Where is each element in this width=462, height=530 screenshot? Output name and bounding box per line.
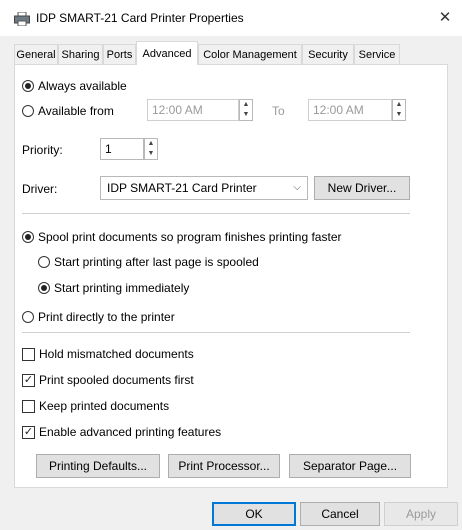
priority-spinner[interactable]: ▲ ▼ [144, 138, 158, 160]
spin-down-icon[interactable]: ▼ [240, 110, 252, 120]
always-available-radio[interactable] [22, 80, 34, 92]
chevron-down-icon: ⌵ [293, 182, 301, 193]
available-from-label: Available from [38, 104, 114, 118]
tab-advanced[interactable]: Advanced [136, 41, 198, 65]
printer-icon [14, 12, 30, 26]
start-immediately-label: Start printing immediately [54, 281, 190, 295]
print-processor-button[interactable]: Print Processor... [168, 454, 280, 478]
print-spooled-first-checkbox[interactable]: ✓ [22, 374, 35, 387]
enable-advanced-features-label: Enable advanced printing features [39, 425, 222, 439]
keep-printed-label: Keep printed documents [39, 399, 170, 413]
print-spooled-first-label: Print spooled documents first [39, 373, 194, 387]
spool-radio[interactable] [22, 231, 34, 243]
tab-ports[interactable]: Ports [103, 44, 136, 64]
close-icon[interactable]: ✕ [428, 4, 462, 32]
hold-mismatched-checkbox[interactable] [22, 348, 35, 361]
separator-page-button[interactable]: Separator Page... [289, 454, 411, 478]
driver-select[interactable]: IDP SMART-21 Card Printer ⌵ [100, 176, 308, 200]
apply-button[interactable]: Apply [384, 502, 458, 526]
start-after-last-page-label: Start printing after last page is spoole… [54, 255, 259, 269]
print-directly-radio[interactable] [22, 311, 34, 323]
title-bar: IDP SMART-21 Card Printer Properties ✕ [0, 0, 462, 36]
to-label: To [272, 104, 285, 118]
driver-select-value: IDP SMART-21 Card Printer [107, 181, 257, 195]
keep-printed-checkbox[interactable] [22, 400, 35, 413]
window-title: IDP SMART-21 Card Printer Properties [36, 11, 244, 25]
tab-color-management[interactable]: Color Management [198, 44, 302, 64]
spin-up-icon[interactable]: ▲ [145, 139, 157, 149]
divider [22, 213, 410, 214]
spin-up-icon[interactable]: ▲ [393, 100, 405, 110]
start-after-last-page-radio[interactable] [38, 256, 50, 268]
cancel-button[interactable]: Cancel [300, 502, 380, 526]
tab-general[interactable]: General [14, 44, 58, 64]
new-driver-button[interactable]: New Driver... [314, 176, 410, 200]
priority-label: Priority: [22, 143, 63, 157]
spin-up-icon[interactable]: ▲ [240, 100, 252, 110]
to-time-field[interactable]: 12:00 AM [308, 99, 392, 121]
available-from-radio[interactable] [22, 105, 34, 117]
spool-label: Spool print documents so program finishe… [38, 230, 342, 244]
spin-down-icon[interactable]: ▼ [393, 110, 405, 120]
print-directly-label: Print directly to the printer [38, 310, 175, 324]
tab-sharing[interactable]: Sharing [58, 44, 103, 64]
priority-field[interactable]: 1 [100, 138, 144, 160]
spin-down-icon[interactable]: ▼ [145, 149, 157, 159]
driver-label: Driver: [22, 182, 58, 196]
divider [22, 332, 410, 333]
from-time-spinner[interactable]: ▲ ▼ [239, 99, 253, 121]
ok-button[interactable]: OK [212, 502, 296, 526]
always-available-label: Always available [38, 79, 127, 93]
printing-defaults-button[interactable]: Printing Defaults... [36, 454, 160, 478]
to-time-spinner[interactable]: ▲ ▼ [392, 99, 406, 121]
tab-security[interactable]: Security [302, 44, 354, 64]
from-time-field[interactable]: 12:00 AM [147, 99, 239, 121]
enable-advanced-features-checkbox[interactable]: ✓ [22, 426, 35, 439]
tab-service[interactable]: Service [354, 44, 400, 64]
start-immediately-radio[interactable] [38, 282, 50, 294]
hold-mismatched-label: Hold mismatched documents [39, 347, 194, 361]
